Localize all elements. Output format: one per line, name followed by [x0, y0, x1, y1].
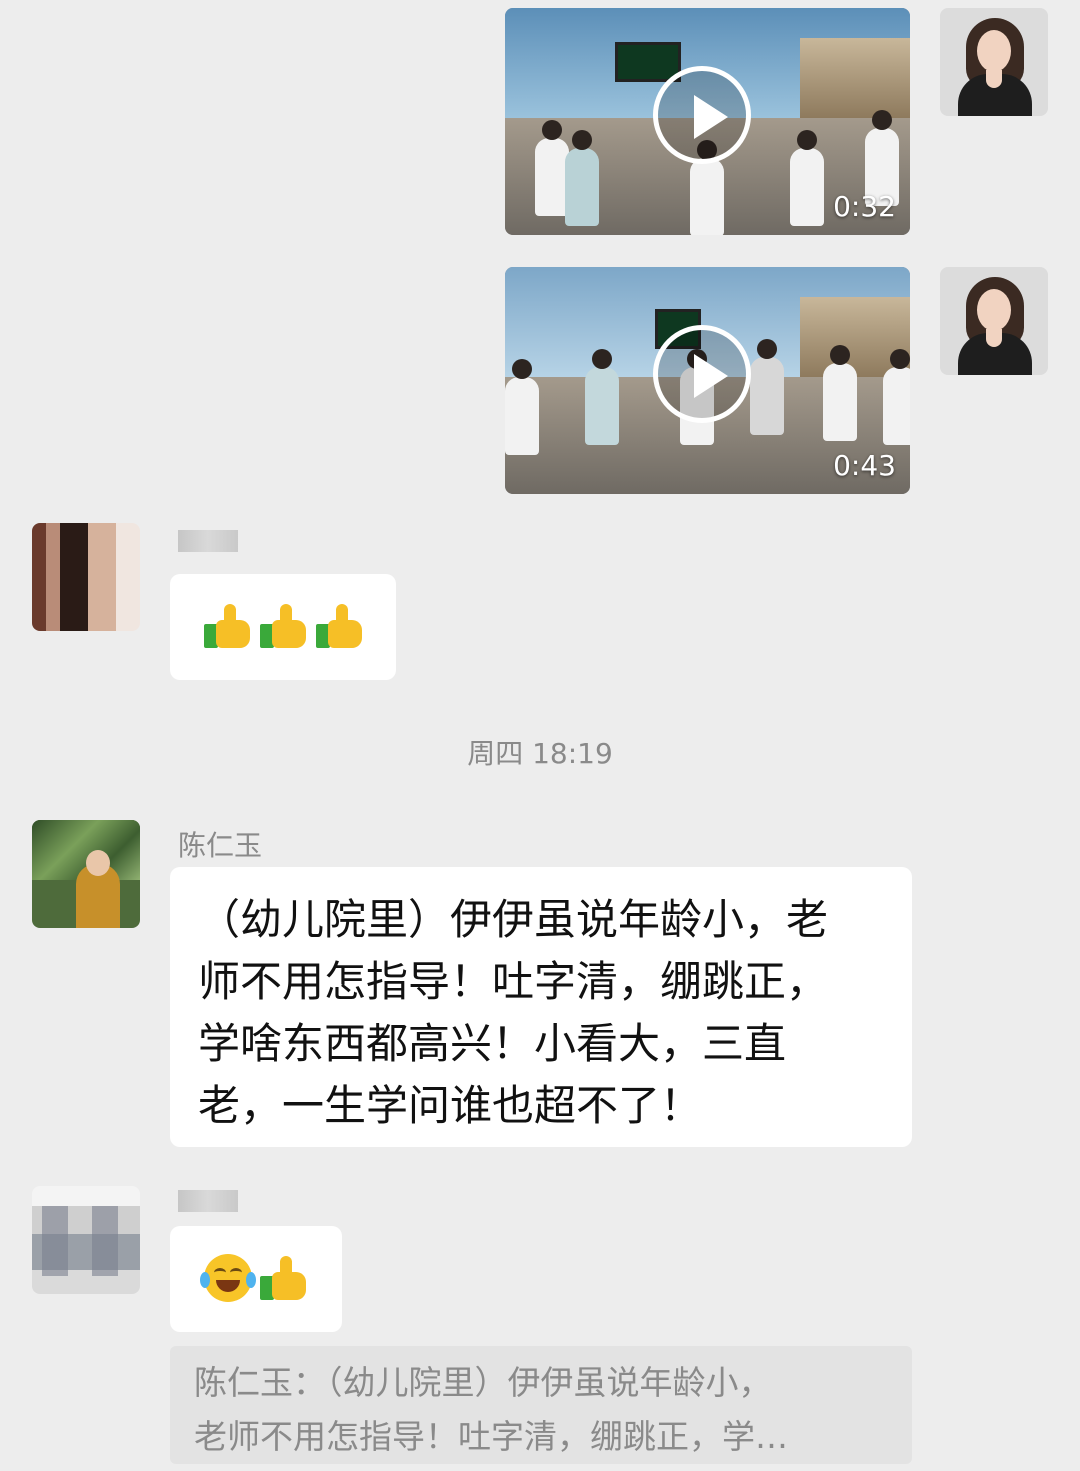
quote-line: 陈仁玉：（幼儿院里）伊伊虽说年龄小， [194, 1363, 772, 1402]
video-thumbnail-child [823, 345, 857, 441]
sender-name-blurred [178, 1190, 238, 1212]
video-thumbnail-shelf [800, 38, 910, 118]
video-thumbnail-child [505, 359, 539, 455]
message-bubble-emoji[interactable]: 👍👍👍 [170, 574, 396, 680]
message-bubble-text[interactable]: （幼儿院里）伊伊虽说年龄小，老 师不用怎指导！吐字清，绷跳正， 学啥东西都高兴！… [170, 867, 912, 1147]
play-icon[interactable] [653, 66, 751, 164]
video-duration: 0:43 [833, 449, 896, 482]
quote-line: 老师不用怎指导！吐字清，绷跳正，学… [194, 1417, 788, 1456]
quoted-message[interactable]: 陈仁玉：（幼儿院里）伊伊虽说年龄小， 老师不用怎指导！吐字清，绷跳正，学… [170, 1346, 912, 1464]
sender-name-blurred [178, 530, 238, 552]
video-thumbnail-child [790, 130, 824, 226]
video-thumbnail-child [750, 339, 784, 435]
video-thumbnail-child [585, 349, 619, 445]
thumbs-up-icon [204, 602, 252, 650]
video-message-2[interactable]: 0:43 [505, 267, 910, 494]
message-line: （幼儿院里）伊伊虽说年龄小，老 [198, 895, 829, 944]
time-separator: 周四 18:19 [467, 737, 613, 770]
video-thumbnail-child [883, 349, 910, 445]
video-thumbnail-child [565, 130, 599, 226]
avatar-contact-blurred[interactable] [32, 523, 140, 631]
play-icon[interactable] [653, 325, 751, 423]
thumbs-up-icon [316, 602, 364, 650]
message-line: 学啥东西都高兴！小看大，三直 [198, 1019, 787, 1068]
avatar-self[interactable] [940, 267, 1048, 375]
thumbs-up-icon [260, 602, 308, 650]
video-message-1[interactable]: 0:32 [505, 8, 910, 235]
message-line: 师不用怎指导！吐字清，绷跳正， [198, 957, 829, 1006]
thumbs-up-icon [260, 1254, 308, 1302]
video-duration: 0:32 [833, 190, 896, 223]
sender-name: 陈仁玉 [178, 829, 263, 862]
message-bubble-emoji[interactable]: 😂👍 [170, 1226, 342, 1332]
message-line: 老，一生学问谁也超不了！ [198, 1081, 703, 1130]
avatar-contact[interactable] [32, 820, 140, 928]
laughing-crying-icon [200, 1254, 256, 1302]
video-thumbnail-child [690, 140, 724, 235]
avatar-self[interactable] [940, 8, 1048, 116]
video-thumbnail-child [535, 120, 569, 216]
avatar-contact-blurred[interactable] [32, 1186, 140, 1294]
